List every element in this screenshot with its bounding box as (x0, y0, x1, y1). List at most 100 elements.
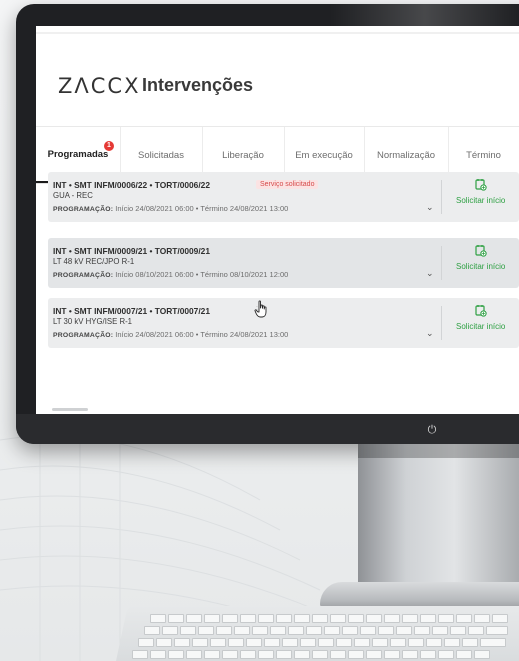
keyboard-key (384, 614, 400, 623)
keyboard-key (138, 638, 154, 647)
keyboard-key (144, 626, 160, 635)
tab-label: Normalização (376, 149, 436, 161)
calendar-add-icon[interactable] (475, 178, 487, 191)
tab-label: Programadas (47, 148, 109, 160)
tab-label: Término (466, 149, 501, 161)
keyboard-key (186, 650, 202, 659)
intervention-card[interactable]: INT • SMT INFM/0009/21 • TORT/0009/21 LT… (48, 238, 519, 288)
chevron-down-icon[interactable]: ⌄ (426, 268, 434, 279)
keyboard-key (312, 650, 328, 659)
scrollbar-thumb[interactable] (52, 408, 88, 411)
keyboard-key (150, 650, 166, 659)
keyboard-key (348, 614, 364, 623)
keyboard-key (228, 638, 244, 647)
keyboard-key (366, 614, 382, 623)
keyboard-key (288, 626, 304, 635)
stand-shadow (358, 444, 519, 458)
keyboard-key (414, 626, 430, 635)
keyboard-key (306, 626, 322, 635)
keyboard-key (300, 638, 316, 647)
keyboard-key (378, 626, 394, 635)
monitor-stand-neck (358, 444, 519, 594)
keyboard-key (174, 638, 190, 647)
keyboard-key (312, 614, 328, 623)
keyboard-key (264, 638, 280, 647)
intervention-card[interactable]: INT • SMT INFM/0007/21 • TORT/0007/21 : … (48, 298, 519, 348)
keyboard-key (396, 626, 412, 635)
request-start-button[interactable]: Solicitar início (456, 196, 505, 205)
tab-label: Solicitadas (138, 149, 184, 161)
keyboard-key (390, 638, 406, 647)
keyboard-key (246, 638, 262, 647)
intervention-card[interactable]: INT • SMT INFM/0006/22 • TORT/0006/22 Se… (48, 172, 519, 222)
keyboard-key (450, 626, 466, 635)
keyboard-key (186, 614, 202, 623)
schedule-label: PROGRAMAÇÃO: (53, 206, 114, 213)
schedule-value: Início 24/08/2021 06:00 • Término 24/08/… (115, 204, 289, 213)
monitor-chin (16, 414, 519, 444)
status-badge: Serviço solicitado (256, 180, 319, 189)
keyboard-key (294, 614, 310, 623)
keyboard-key (330, 650, 346, 659)
keyboard-key (474, 614, 490, 623)
schedule-label: PROGRAMAÇÃO: (53, 272, 114, 279)
app-header: ZΛCCX Intervenções (36, 70, 519, 110)
keyboard-key (258, 650, 274, 659)
keyboard-key (480, 638, 506, 647)
keyboard-key (426, 638, 442, 647)
keyboard-key (156, 638, 172, 647)
calendar-add-icon[interactable] (475, 304, 487, 317)
keyboard-key (486, 626, 508, 635)
keyboard-key (444, 638, 460, 647)
keyboard-key (150, 614, 166, 623)
keyboard-key (252, 626, 268, 635)
keyboard-key (168, 650, 184, 659)
keyboard-key (210, 638, 226, 647)
schedule-value: Início 24/08/2021 06:00 • Término 24/08/… (115, 330, 289, 339)
keyboard-key (324, 626, 340, 635)
notification-badge: 1 (104, 141, 114, 151)
keyboard-key (432, 626, 448, 635)
keyboard-key (192, 638, 208, 647)
keyboard-key (492, 614, 508, 623)
keyboard-key (468, 626, 484, 635)
power-icon[interactable]: ⏻ (426, 424, 438, 436)
intervention-code: INT • SMT INFM/0006/22 • TORT/0006/22 (53, 180, 210, 190)
keyboard-key (474, 650, 490, 659)
keyboard-key (276, 614, 292, 623)
keyboard-key (204, 614, 220, 623)
keyboard-key (222, 614, 238, 623)
keyboard-key (162, 626, 178, 635)
keyboard-key (282, 638, 298, 647)
chevron-down-icon[interactable]: ⌄ (426, 328, 434, 339)
keyboard-key (234, 626, 250, 635)
keyboard-key (420, 650, 436, 659)
keyboard-key (222, 650, 238, 659)
chevron-down-icon[interactable]: ⌄ (426, 202, 434, 213)
keyboard-keys (130, 612, 519, 661)
intervention-line: GUA - REC (53, 191, 93, 200)
schedule-value: Início 08/10/2021 06:00 • Término 08/10/… (115, 270, 289, 279)
keyboard-key (216, 626, 232, 635)
app-logo[interactable]: ZΛCCX (58, 74, 140, 98)
keyboard-key (402, 614, 418, 623)
intervention-line: LT 48 kV REC/JPO R-1 (53, 257, 135, 266)
keyboard-key (384, 650, 400, 659)
card-divider (441, 306, 442, 340)
app-screen: ZΛCCX Intervenções Programadas 1 Solicit… (36, 26, 519, 414)
request-start-button[interactable]: Solicitar início (456, 322, 505, 331)
schedule-text: PROGRAMAÇÃO: Início 24/08/2021 06:00 • T… (53, 330, 288, 339)
keyboard-key (342, 626, 358, 635)
calendar-add-icon[interactable] (475, 244, 487, 257)
keyboard-key (438, 650, 454, 659)
keyboard-key (366, 650, 382, 659)
keyboard-key (204, 650, 220, 659)
keyboard-key (348, 650, 364, 659)
card-divider (441, 246, 442, 280)
keyboard-key (294, 650, 310, 659)
card-divider (441, 180, 442, 214)
schedule-text: PROGRAMAÇÃO: Início 08/10/2021 06:00 • T… (53, 270, 288, 279)
page-title: Intervenções (142, 75, 254, 95)
request-start-button[interactable]: Solicitar início (456, 262, 505, 271)
keyboard-key (132, 650, 148, 659)
